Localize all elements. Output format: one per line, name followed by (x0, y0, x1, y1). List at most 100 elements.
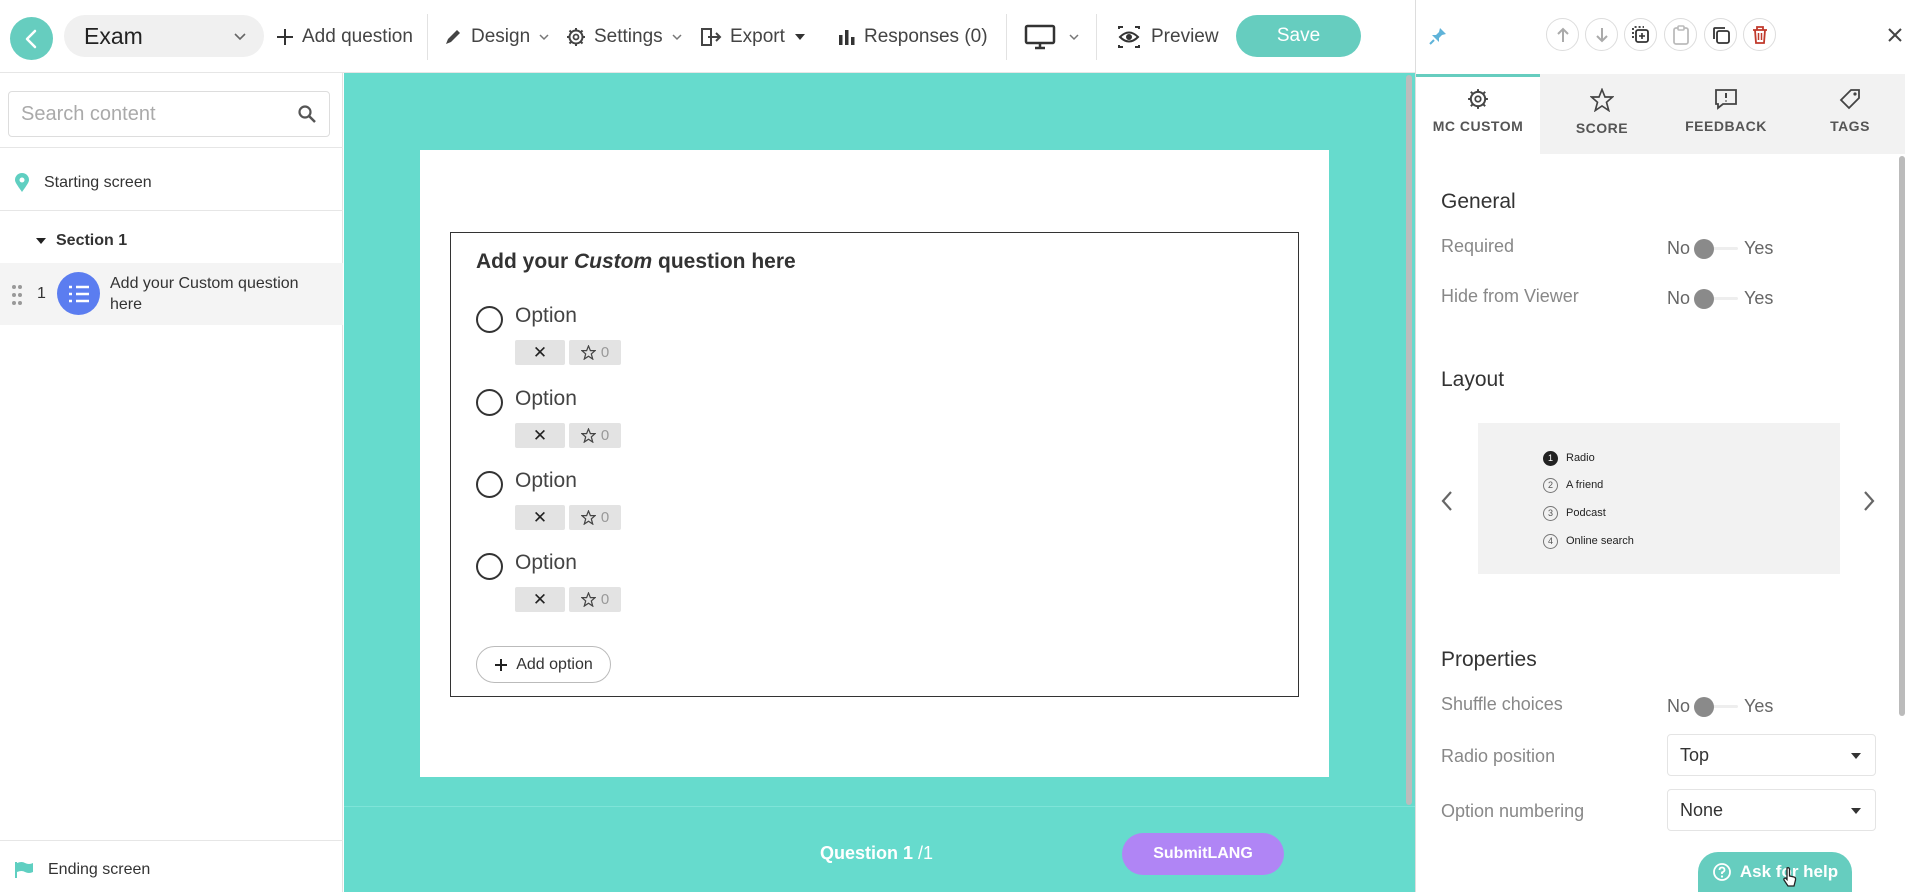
ending-screen-item[interactable]: Ending screen (0, 855, 343, 885)
ask-for-help-button[interactable]: Ask for help (1698, 852, 1852, 892)
panel-toolbar (1416, 0, 1905, 74)
settings-menu[interactable]: Settings (566, 20, 683, 54)
design-menu[interactable]: Design (443, 20, 550, 54)
toggle-no-label: No (1667, 287, 1691, 308)
option-score-button[interactable]: 0 (569, 505, 621, 530)
toggle-switch[interactable] (1694, 289, 1739, 309)
export-icon (701, 28, 722, 46)
copy-icon (1712, 26, 1730, 44)
remove-option-button[interactable]: ✕ (515, 505, 565, 530)
star-icon (580, 428, 596, 443)
option-score-button[interactable]: 0 (569, 340, 621, 365)
export-menu[interactable]: Export (700, 20, 807, 54)
form-selector[interactable]: Exam (64, 15, 264, 57)
tab-tags[interactable]: TAGS (1788, 74, 1905, 154)
toggle-switch[interactable] (1694, 697, 1739, 717)
layout-preview[interactable]: 1 Radio 2 A friend 3 Podcast 4 Online search (1478, 423, 1840, 574)
delete-button[interactable] (1743, 18, 1776, 51)
move-up-button[interactable] (1546, 18, 1579, 51)
chevron-down-icon (1069, 34, 1079, 41)
device-selector[interactable] (1024, 20, 1080, 54)
move-down-button[interactable] (1585, 18, 1618, 51)
radio-button[interactable] (476, 389, 503, 416)
paste-button[interactable] (1664, 18, 1697, 51)
add-option-button[interactable]: Add option (476, 646, 611, 683)
option-score: 0 (600, 344, 610, 361)
shuffle-choices-label: Shuffle choices (1441, 694, 1563, 714)
remove-option-button[interactable]: ✕ (515, 423, 565, 448)
question-counter-current: Question 1 (820, 843, 914, 863)
eye-icon (1118, 26, 1140, 48)
tag-icon (1839, 89, 1860, 110)
toggle-yes-label: Yes (1744, 695, 1774, 716)
toggle-no-label: No (1667, 237, 1691, 258)
drag-handle-icon[interactable] (11, 284, 23, 306)
shuffle-choices-toggle[interactable]: No Yes (1667, 694, 1777, 718)
brush-icon (446, 30, 460, 44)
radio-button[interactable] (476, 306, 503, 333)
canvas-scrollbar[interactable] (1403, 73, 1415, 809)
radio-button[interactable] (476, 553, 503, 580)
starting-screen-item[interactable]: Starting screen (0, 166, 343, 200)
option-numbering-label: Option numbering (1441, 801, 1585, 821)
star-icon (580, 592, 596, 607)
add-option-label: Add option (516, 655, 593, 673)
layout-preview-row: 4 Online search (1543, 533, 1634, 549)
option-score-button[interactable]: 0 (569, 587, 621, 612)
layout-preview-text: A friend (1566, 479, 1604, 491)
responses-button[interactable]: Responses (0) (838, 20, 988, 54)
question-title-prefix: Add your (476, 250, 574, 273)
back-button[interactable] (10, 17, 53, 60)
remove-option-button[interactable]: ✕ (515, 340, 565, 365)
footer-divider (344, 806, 1415, 807)
star-icon (580, 510, 596, 525)
add-question-button[interactable]: Add question (276, 20, 413, 54)
form-name: Exam (84, 22, 143, 49)
monitor-icon (1024, 24, 1056, 50)
layout-heading: Layout (1441, 368, 1505, 391)
hide-from-viewer-toggle[interactable]: No Yes (1667, 286, 1777, 310)
chevron-right-icon[interactable] (1862, 490, 1876, 512)
submit-button[interactable]: SubmitLANG (1122, 833, 1284, 875)
scrollbar-thumb[interactable] (1406, 75, 1412, 805)
close-icon[interactable] (1888, 28, 1902, 42)
duplicate-button[interactable] (1624, 18, 1657, 51)
option-label[interactable]: Option (515, 304, 577, 328)
toolbar-divider (427, 14, 428, 60)
toggle-knob (1694, 239, 1715, 259)
option-row: Option ✕ 0 (476, 301, 776, 371)
toggle-switch[interactable] (1694, 239, 1739, 259)
option-label[interactable]: Option (515, 387, 577, 411)
tab-label: MC CUSTOM (1432, 118, 1524, 134)
option-score: 0 (600, 427, 610, 444)
required-toggle[interactable]: No Yes (1667, 236, 1777, 260)
copy-button[interactable] (1704, 18, 1737, 51)
tab-feedback[interactable]: FEEDBACK (1664, 74, 1788, 154)
pin-icon[interactable] (1428, 26, 1448, 46)
option-numbering-select[interactable]: None (1667, 789, 1876, 831)
question-item[interactable]: 1 Add your Custom question here (0, 263, 343, 325)
question-item-label: Add your Custom question here (110, 275, 299, 313)
search-icon[interactable] (297, 104, 317, 124)
remove-option-button[interactable]: ✕ (515, 587, 565, 612)
radio-position-select[interactable]: Top (1667, 734, 1876, 776)
chevron-left-icon[interactable] (1440, 490, 1454, 512)
preview-button[interactable]: Preview (1117, 20, 1219, 54)
option-score-button[interactable]: 0 (569, 423, 621, 448)
question-card: Add your Custom question here Option ✕ 0… (420, 150, 1329, 777)
question-block[interactable]: Add your Custom question here Option ✕ 0… (450, 232, 1299, 697)
save-button[interactable]: Save (1236, 15, 1361, 57)
search-input[interactable] (21, 102, 291, 126)
toggle-yes-label: Yes (1744, 287, 1774, 308)
option-label[interactable]: Option (515, 551, 577, 575)
radio-button[interactable] (476, 471, 503, 498)
chevron-down-icon (539, 34, 549, 41)
tab-mc-custom[interactable]: MC CUSTOM (1416, 74, 1540, 154)
tab-score[interactable]: SCORE (1540, 74, 1664, 154)
panel-scrollbar[interactable] (1899, 156, 1905, 716)
option-label[interactable]: Option (515, 469, 577, 493)
layout-preview-text: Podcast (1566, 507, 1606, 519)
question-title[interactable]: Add your Custom question here (476, 250, 796, 274)
chevron-left-icon (25, 29, 36, 48)
section-1-header[interactable]: Section 1 (0, 226, 343, 256)
